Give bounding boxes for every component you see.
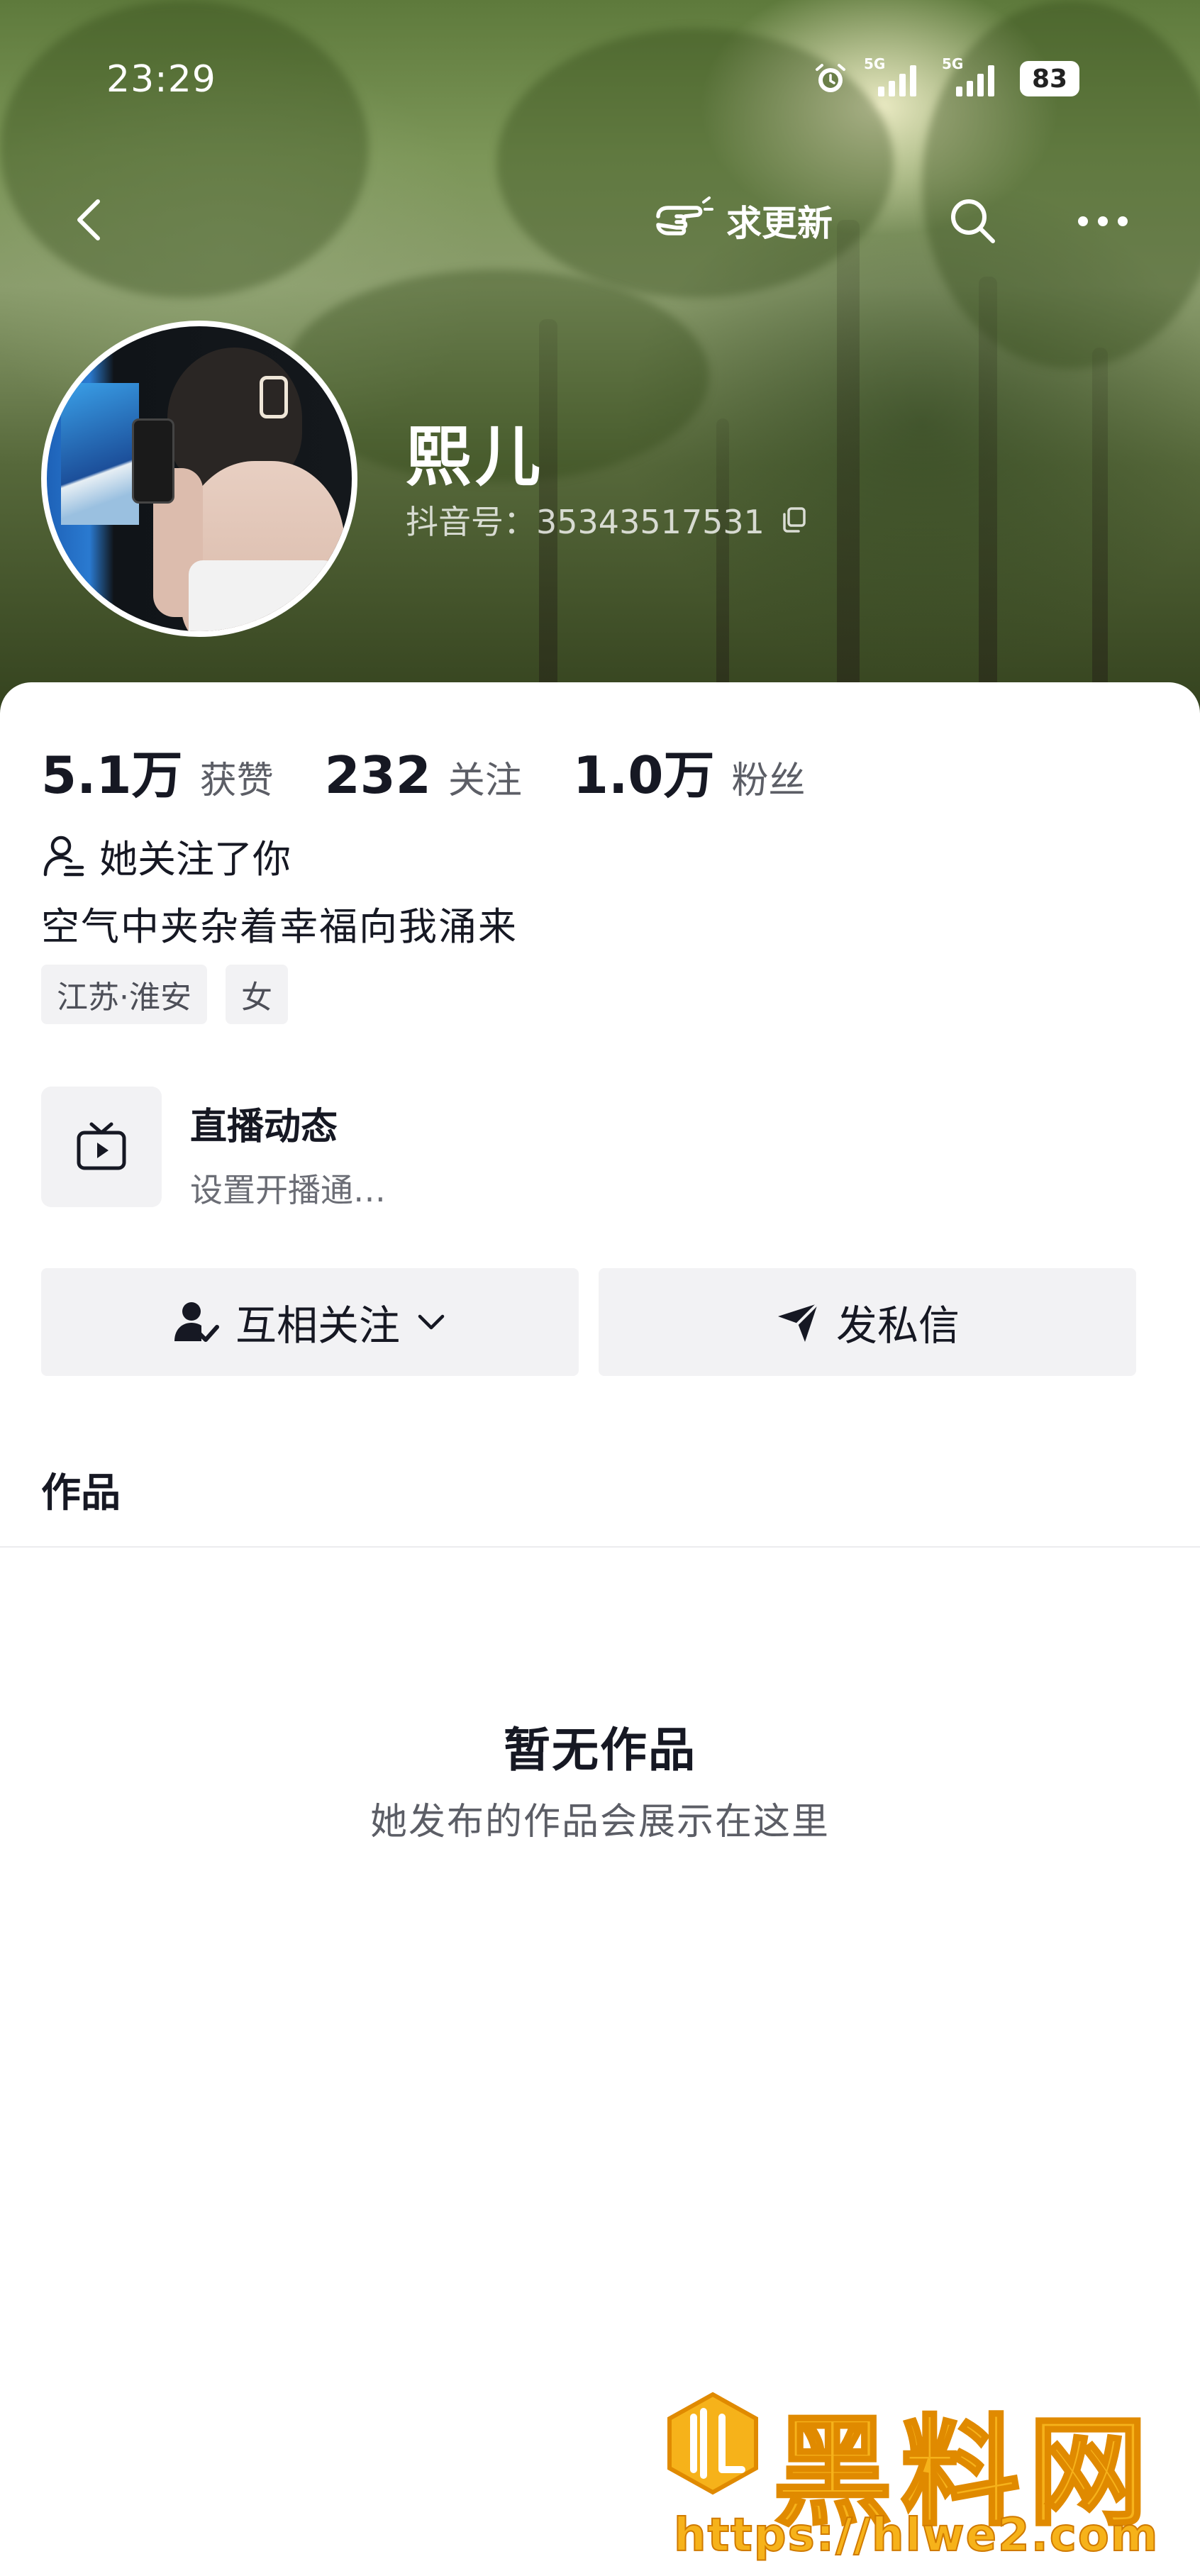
follows-you-indicator: 她关注了你 (41, 828, 291, 884)
stat-likes[interactable]: 5.1万 获赞 (41, 733, 274, 808)
tv-icon (77, 1122, 126, 1170)
mutual-follow-label: 互相关注 (235, 1301, 400, 1350)
watermark: 黑料网 https://hlwe2.com (652, 2383, 1191, 2575)
status-time: 23:29 (106, 58, 216, 101)
live-thumbnail (41, 1087, 162, 1207)
back-button[interactable] (62, 191, 119, 248)
pointing-hand-icon (656, 196, 713, 235)
tree-trunk (837, 220, 860, 716)
user-check-icon (174, 1302, 219, 1342)
signal-bar (889, 81, 895, 96)
signal-bar (988, 65, 994, 96)
chevron-down-icon (418, 1314, 445, 1330)
stat-followers[interactable]: 1.0万 粉丝 (573, 733, 806, 808)
watermark-logo-icon (667, 2392, 758, 2495)
location-tag: 江苏·淮安 (41, 965, 207, 1024)
stat-value: 1.0万 (572, 745, 715, 805)
profile-bio: 空气中夹杂着幸福向我涌来 (41, 904, 518, 949)
empty-state-subtitle: 她发布的作品会展示在这里 (370, 1801, 830, 1843)
profile-content: 5.1万 获赞 232 关注 1.0万 粉丝 她关注了你 空气中夹杂着幸福向我涌… (0, 682, 1200, 2576)
tree-trunk (716, 418, 729, 716)
send-message-label: 发私信 (835, 1301, 960, 1350)
live-title: 直播动态 (190, 1106, 338, 1148)
more-dot-icon (1118, 216, 1128, 226)
network-type-label: 5G (942, 55, 964, 72)
profile-stats: 5.1万 获赞 232 关注 1.0万 粉丝 (41, 733, 856, 808)
empty-state-title: 暂无作品 (504, 1723, 696, 1777)
gender-tag: 女 (226, 965, 288, 1024)
signal-icon: 5G (942, 55, 1004, 96)
avatar-photo-detail (189, 560, 338, 631)
live-updates-row[interactable]: 直播动态 设置开播通… (41, 1087, 1162, 1211)
stat-value: 5.1万 (41, 745, 183, 805)
watermark-url: https://hlwe2.com (673, 2509, 1160, 2563)
stat-label: 关注 (448, 760, 522, 802)
live-subtitle: 设置开播通… (190, 1171, 386, 1209)
mutual-follow-button[interactable]: 互相关注 (41, 1268, 579, 1376)
avatar-photo-detail (61, 383, 139, 525)
chevron-left-icon (77, 199, 100, 240)
profile-tags: 江苏·淮安 女 (41, 965, 288, 1024)
profile-banner: 23:29 5G 5G 83 求更新 熙儿 抖音号：35343517531 (0, 0, 1200, 716)
nickname: 熙儿 (406, 419, 545, 495)
user-icon (43, 835, 84, 876)
signal-bar (910, 65, 916, 96)
battery-indicator: 83 (1020, 61, 1079, 96)
status-icons: 5G 5G 83 (813, 55, 1079, 96)
more-options-button[interactable] (1071, 191, 1135, 251)
stat-following[interactable]: 232 关注 (325, 745, 522, 805)
douyin-id[interactable]: 抖音号：35343517531 (406, 496, 809, 543)
top-navigation: 求更新 (0, 177, 1200, 262)
tab-works[interactable]: 作品 (41, 1461, 121, 1519)
alarm-icon (816, 64, 845, 92)
tab-divider (0, 1546, 1200, 1548)
douyin-id-text: 抖音号：35343517531 (406, 503, 765, 541)
tree-trunk (1092, 348, 1108, 716)
more-dot-icon (1078, 216, 1088, 226)
signal-bar (899, 74, 906, 96)
signal-bar (977, 74, 984, 96)
signal-bar (878, 87, 884, 96)
stat-value: 232 (324, 745, 431, 805)
search-icon (951, 199, 995, 243)
avatar-photo-detail (260, 376, 288, 418)
signal-icon: 5G (864, 55, 926, 96)
profile-actions: 互相关注 发私信 (41, 1268, 1136, 1376)
stat-label: 获赞 (199, 760, 274, 802)
signal-bar (967, 81, 973, 96)
follows-you-label: 她关注了你 (99, 837, 291, 882)
network-type-label: 5G (864, 55, 886, 72)
more-dot-icon (1098, 216, 1108, 226)
search-button[interactable] (943, 191, 1003, 251)
avatar[interactable] (41, 321, 357, 637)
send-icon (777, 1302, 819, 1342)
tree-trunk (979, 277, 997, 716)
stat-label: 粉丝 (731, 760, 806, 802)
avatar-photo-detail (132, 418, 174, 504)
copy-icon[interactable] (780, 506, 809, 534)
request-update-button[interactable]: 求更新 (652, 189, 833, 252)
send-message-button[interactable]: 发私信 (599, 1268, 1136, 1376)
request-update-label: 求更新 (726, 203, 833, 244)
signal-bar (956, 87, 962, 96)
status-bar: 23:29 5G 5G 83 (0, 55, 1200, 106)
